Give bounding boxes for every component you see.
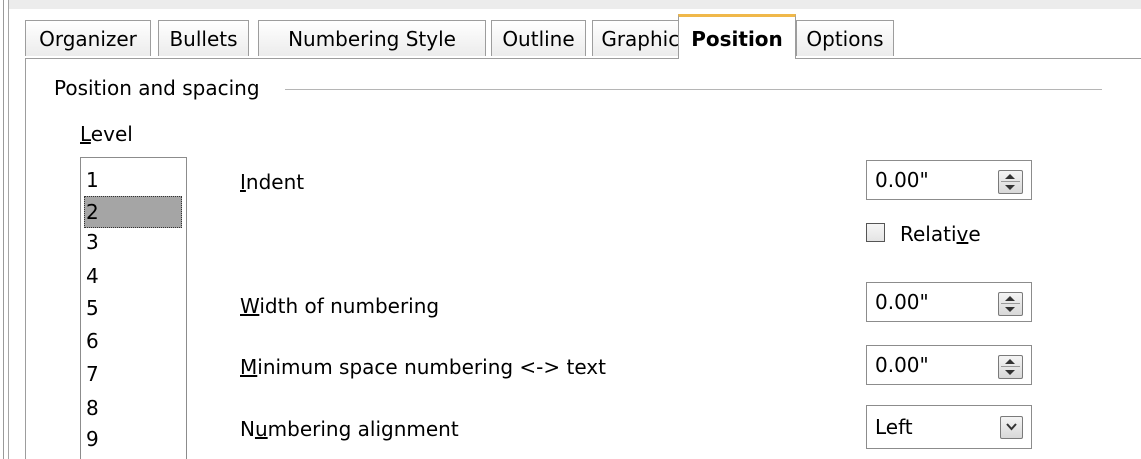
spin-down-icon[interactable] [1005, 185, 1015, 190]
section-title: Position and spacing [54, 76, 270, 100]
window-left-border [0, 0, 9, 459]
level-item-8[interactable]: 8 [84, 392, 182, 424]
alignment-value: Left [875, 415, 913, 439]
width-spin-buttons[interactable] [998, 292, 1023, 316]
tab-outline[interactable]: Outline [491, 20, 586, 56]
relative-label[interactable]: Relative [900, 222, 981, 246]
section-divider [285, 89, 1102, 90]
minimum-space-label: Minimum space numbering <-> text [240, 355, 606, 379]
width-value[interactable]: 0.00" [875, 290, 929, 314]
spin-down-icon[interactable] [1005, 307, 1015, 312]
level-item-9[interactable]: 9 [84, 423, 182, 455]
relative-checkbox[interactable] [866, 223, 885, 242]
tab-options[interactable]: Options [796, 20, 894, 56]
level-item-3[interactable]: 3 [84, 226, 182, 258]
level-label: Level [80, 122, 133, 146]
spin-up-icon[interactable] [1005, 296, 1015, 301]
spin-up-icon[interactable] [1005, 174, 1015, 179]
minimum-space-spinbox[interactable]: 0.00" [866, 345, 1032, 385]
numbering-alignment-select[interactable]: Left [866, 405, 1032, 449]
spin-up-icon[interactable] [1005, 359, 1015, 364]
level-item-6[interactable]: 6 [84, 325, 182, 357]
level-item-4[interactable]: 4 [84, 260, 182, 292]
tab-organizer[interactable]: Organizer [25, 20, 151, 56]
level-list[interactable]: 1 2 3 4 5 6 7 8 9 [80, 157, 187, 459]
chevron-down-icon[interactable] [1000, 416, 1023, 439]
level-item-2[interactable]: 2 [84, 196, 182, 228]
tab-numbering-style[interactable]: Numbering Style [258, 20, 486, 56]
level-item-1[interactable]: 1 [84, 164, 182, 196]
width-of-numbering-spinbox[interactable]: 0.00" [866, 282, 1032, 322]
tab-bullets[interactable]: Bullets [158, 20, 249, 56]
dialog-top-strip [9, 0, 1141, 9]
tab-panel [25, 58, 1141, 459]
spin-down-icon[interactable] [1005, 370, 1015, 375]
indent-label: Indent [240, 170, 305, 194]
min-space-spin-buttons[interactable] [998, 355, 1023, 379]
width-of-numbering-label: Width of numbering [240, 294, 440, 318]
min-space-value[interactable]: 0.00" [875, 353, 929, 377]
tab-bar: Organizer Bullets Numbering Style Outlin… [25, 14, 1141, 59]
indent-spinbox[interactable]: 0.00" [866, 160, 1032, 200]
indent-spin-buttons[interactable] [998, 170, 1023, 194]
level-item-5[interactable]: 5 [84, 292, 182, 324]
level-item-7[interactable]: 7 [84, 358, 182, 390]
tab-position[interactable]: Position [678, 14, 796, 59]
numbering-alignment-label: Numbering alignment [240, 417, 459, 441]
indent-value[interactable]: 0.00" [875, 168, 929, 192]
